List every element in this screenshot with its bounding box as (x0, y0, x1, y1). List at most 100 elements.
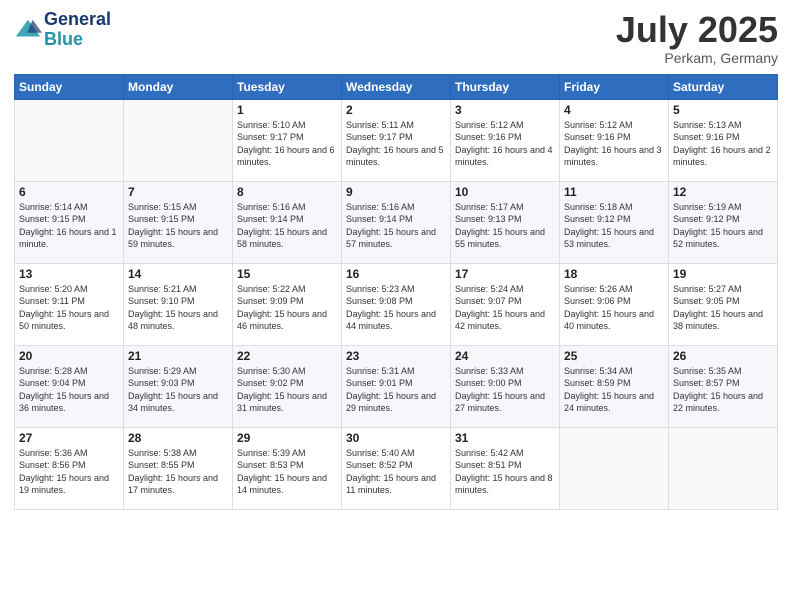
table-row: 16 Sunrise: 5:23 AMSunset: 9:08 PMDayligh… (342, 263, 451, 345)
day-info: Sunrise: 5:24 AMSunset: 9:07 PMDaylight:… (455, 283, 555, 333)
table-row: 1Sunrise: 5:10 AMSunset: 9:17 PMDaylight… (233, 99, 342, 181)
calendar-week-2: 6Sunrise: 5:14 AMSunset: 9:15 PMDaylight… (15, 181, 778, 263)
day-number: 29 (237, 431, 337, 445)
col-saturday: Saturday (669, 74, 778, 99)
col-friday: Friday (560, 74, 669, 99)
day-info: Sunrise: 5:30 AMSunset: 9:02 PMDaylight:… (237, 365, 337, 415)
day-number: 22 (237, 349, 337, 363)
day-number: 16 (346, 267, 446, 281)
calendar-week-3: 13 Sunrise: 5:20 AMSunset: 9:11 PMDayligh… (15, 263, 778, 345)
table-row: 6Sunrise: 5:14 AMSunset: 9:15 PMDaylight… (15, 181, 124, 263)
day-info: Sunrise: 5:35 AMSunset: 8:57 PMDaylight:… (673, 365, 773, 415)
day-number: 8 (237, 185, 337, 199)
calendar-week-1: 1Sunrise: 5:10 AMSunset: 9:17 PMDaylight… (15, 99, 778, 181)
day-info: Sunrise: 5:26 AMSunset: 9:06 PMDaylight:… (564, 283, 664, 333)
day-info: Sunrise: 5:29 AMSunset: 9:03 PMDaylight:… (128, 365, 228, 415)
day-info: Sunrise: 5:40 AMSunset: 8:52 PMDaylight:… (346, 447, 446, 497)
day-info: Sunrise: 5:12 AMSunset: 9:16 PMDaylight:… (564, 119, 664, 169)
table-row: 21 Sunrise: 5:29 AMSunset: 9:03 PMDayligh… (124, 345, 233, 427)
day-number: 14 (128, 267, 228, 281)
day-number: 4 (564, 103, 664, 117)
day-number: 6 (19, 185, 119, 199)
table-row (124, 99, 233, 181)
table-row: 25Sunrise: 5:34 AMSunset: 8:59 PMDayligh… (560, 345, 669, 427)
title-block: July 2025 Perkam, Germany (616, 10, 778, 66)
table-row: 26 Sunrise: 5:35 AMSunset: 8:57 PMDayligh… (669, 345, 778, 427)
day-info: Sunrise: 5:28 AMSunset: 9:04 PMDaylight:… (19, 365, 119, 415)
day-info: Sunrise: 5:39 AMSunset: 8:53 PMDaylight:… (237, 447, 337, 497)
table-row: 12 Sunrise: 5:19 AMSunset: 9:12 PMDayligh… (669, 181, 778, 263)
day-info: Sunrise: 5:31 AMSunset: 9:01 PMDaylight:… (346, 365, 446, 415)
day-number: 31 (455, 431, 555, 445)
day-number: 19 (673, 267, 773, 281)
table-row: 10Sunrise: 5:17 AMSunset: 9:13 PMDayligh… (451, 181, 560, 263)
day-number: 28 (128, 431, 228, 445)
day-number: 21 (128, 349, 228, 363)
header: GeneralBlue July 2025 Perkam, Germany (14, 10, 778, 66)
logo: GeneralBlue (14, 10, 111, 50)
table-row: 2 Sunrise: 5:11 AMSunset: 9:17 PMDaylight… (342, 99, 451, 181)
table-row: 14 Sunrise: 5:21 AMSunset: 9:10 PMDayligh… (124, 263, 233, 345)
day-info: Sunrise: 5:13 AMSunset: 9:16 PMDaylight:… (673, 119, 773, 169)
col-tuesday: Tuesday (233, 74, 342, 99)
day-info: Sunrise: 5:17 AMSunset: 9:13 PMDaylight:… (455, 201, 555, 251)
table-row: 8 Sunrise: 5:16 AMSunset: 9:14 PMDaylight… (233, 181, 342, 263)
day-number: 1 (237, 103, 337, 117)
day-info: Sunrise: 5:22 AMSunset: 9:09 PMDaylight:… (237, 283, 337, 333)
table-row: 18 Sunrise: 5:26 AMSunset: 9:06 PMDayligh… (560, 263, 669, 345)
day-number: 7 (128, 185, 228, 199)
col-monday: Monday (124, 74, 233, 99)
day-info: Sunrise: 5:42 AMSunset: 8:51 PMDaylight:… (455, 447, 555, 497)
table-row: 23 Sunrise: 5:31 AMSunset: 9:01 PMDayligh… (342, 345, 451, 427)
day-number: 15 (237, 267, 337, 281)
day-info: Sunrise: 5:23 AMSunset: 9:08 PMDaylight:… (346, 283, 446, 333)
calendar-week-4: 20 Sunrise: 5:28 AMSunset: 9:04 PMDayligh… (15, 345, 778, 427)
table-row: 22 Sunrise: 5:30 AMSunset: 9:02 PMDayligh… (233, 345, 342, 427)
calendar-header-row: Sunday Monday Tuesday Wednesday Thursday… (15, 74, 778, 99)
day-number: 24 (455, 349, 555, 363)
table-row: 29 Sunrise: 5:39 AMSunset: 8:53 PMDayligh… (233, 427, 342, 509)
day-info: Sunrise: 5:16 AMSunset: 9:14 PMDaylight:… (346, 201, 446, 251)
day-number: 27 (19, 431, 119, 445)
day-number: 2 (346, 103, 446, 117)
table-row: 3Sunrise: 5:12 AMSunset: 9:16 PMDaylight… (451, 99, 560, 181)
day-number: 26 (673, 349, 773, 363)
day-info: Sunrise: 5:27 AMSunset: 9:05 PMDaylight:… (673, 283, 773, 333)
col-sunday: Sunday (15, 74, 124, 99)
table-row: 15 Sunrise: 5:22 AMSunset: 9:09 PMDayligh… (233, 263, 342, 345)
table-row (560, 427, 669, 509)
day-number: 5 (673, 103, 773, 117)
day-info: Sunrise: 5:38 AMSunset: 8:55 PMDaylight:… (128, 447, 228, 497)
table-row: 20 Sunrise: 5:28 AMSunset: 9:04 PMDayligh… (15, 345, 124, 427)
day-number: 3 (455, 103, 555, 117)
table-row: 31 Sunrise: 5:42 AMSunset: 8:51 PMDayligh… (451, 427, 560, 509)
table-row: 9Sunrise: 5:16 AMSunset: 9:14 PMDaylight… (342, 181, 451, 263)
day-info: Sunrise: 5:11 AMSunset: 9:17 PMDaylight:… (346, 119, 446, 169)
day-info: Sunrise: 5:21 AMSunset: 9:10 PMDaylight:… (128, 283, 228, 333)
day-number: 12 (673, 185, 773, 199)
col-wednesday: Wednesday (342, 74, 451, 99)
day-info: Sunrise: 5:20 AMSunset: 9:11 PMDaylight:… (19, 283, 119, 333)
day-number: 18 (564, 267, 664, 281)
day-info: Sunrise: 5:18 AMSunset: 9:12 PMDaylight:… (564, 201, 664, 251)
table-row: 30Sunrise: 5:40 AMSunset: 8:52 PMDayligh… (342, 427, 451, 509)
logo-icon (14, 16, 42, 44)
day-number: 13 (19, 267, 119, 281)
calendar-week-5: 27 Sunrise: 5:36 AMSunset: 8:56 PMDayligh… (15, 427, 778, 509)
day-info: Sunrise: 5:36 AMSunset: 8:56 PMDaylight:… (19, 447, 119, 497)
day-number: 20 (19, 349, 119, 363)
calendar-table: Sunday Monday Tuesday Wednesday Thursday… (14, 74, 778, 510)
table-row: 19 Sunrise: 5:27 AMSunset: 9:05 PMDayligh… (669, 263, 778, 345)
day-info: Sunrise: 5:15 AMSunset: 9:15 PMDaylight:… (128, 201, 228, 251)
day-info: Sunrise: 5:19 AMSunset: 9:12 PMDaylight:… (673, 201, 773, 251)
location-subtitle: Perkam, Germany (616, 50, 778, 66)
table-row: 4 Sunrise: 5:12 AMSunset: 9:16 PMDaylight… (560, 99, 669, 181)
table-row: 17Sunrise: 5:24 AMSunset: 9:07 PMDayligh… (451, 263, 560, 345)
day-number: 23 (346, 349, 446, 363)
table-row: 5 Sunrise: 5:13 AMSunset: 9:16 PMDaylight… (669, 99, 778, 181)
table-row: 11Sunrise: 5:18 AMSunset: 9:12 PMDayligh… (560, 181, 669, 263)
day-info: Sunrise: 5:16 AMSunset: 9:14 PMDaylight:… (237, 201, 337, 251)
table-row: 27 Sunrise: 5:36 AMSunset: 8:56 PMDayligh… (15, 427, 124, 509)
col-thursday: Thursday (451, 74, 560, 99)
table-row: 24Sunrise: 5:33 AMSunset: 9:00 PMDayligh… (451, 345, 560, 427)
